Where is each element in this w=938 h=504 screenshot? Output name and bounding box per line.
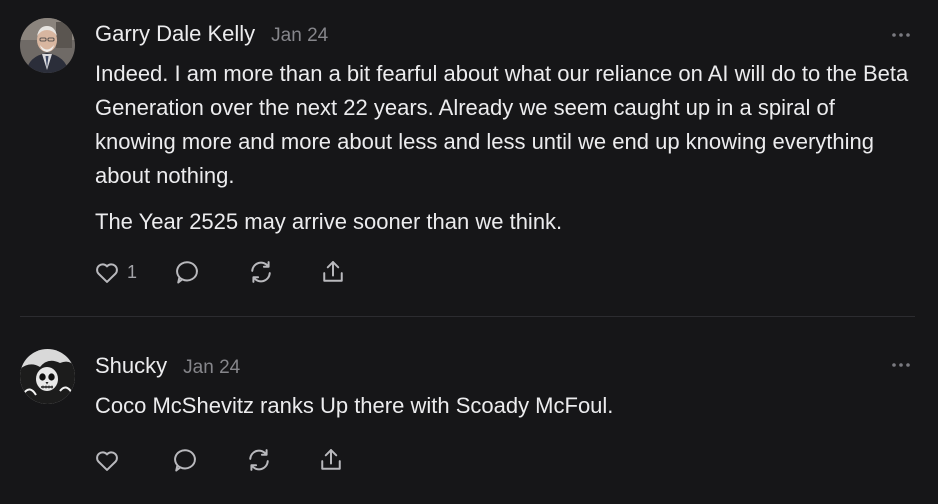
restack-button[interactable]	[247, 258, 275, 286]
comment-header: Shucky Jan 24	[95, 353, 240, 379]
restack-button[interactable]	[245, 446, 273, 474]
share-button[interactable]	[317, 446, 345, 474]
comment-body: Coco McShevitz ranks Up there with Scoad…	[95, 389, 915, 423]
comment-actions: 1	[93, 257, 347, 287]
heart-icon	[93, 446, 121, 474]
more-options-icon[interactable]	[889, 29, 913, 41]
reply-button[interactable]	[171, 446, 199, 474]
comment-icon	[173, 258, 201, 286]
comment-header: Garry Dale Kelly Jan 24	[95, 21, 328, 47]
share-button[interactable]	[319, 258, 347, 286]
avatar-image	[20, 18, 75, 73]
avatar-image	[20, 349, 75, 404]
reply-button[interactable]	[173, 258, 201, 286]
author-name[interactable]: Shucky	[95, 353, 167, 379]
heart-icon	[93, 258, 121, 286]
comment-date[interactable]: Jan 24	[183, 357, 240, 379]
comment-body: Indeed. I am more than a bit fearful abo…	[95, 57, 915, 239]
comment-icon	[171, 446, 199, 474]
share-icon	[319, 258, 347, 286]
comment-actions	[93, 445, 345, 475]
share-icon	[317, 446, 345, 474]
comment-item: Garry Dale Kelly Jan 24 Indeed. I am mor…	[0, 0, 938, 316]
restack-icon	[245, 446, 273, 474]
like-button[interactable]: 1	[93, 258, 137, 286]
author-name[interactable]: Garry Dale Kelly	[95, 21, 255, 47]
comment-paragraph: Coco McShevitz ranks Up there with Scoad…	[95, 393, 614, 418]
avatar[interactable]	[20, 349, 75, 404]
comment-date[interactable]: Jan 24	[271, 25, 328, 47]
comment-paragraph: The Year 2525 may arrive sooner than we …	[95, 209, 563, 234]
comment-paragraph: Indeed. I am more than a bit fearful abo…	[95, 61, 909, 188]
like-count: 1	[127, 261, 138, 282]
more-options-icon[interactable]	[889, 359, 913, 371]
comment-item: Shucky Jan 24 Coco McShevitz ranks Up th…	[0, 317, 938, 504]
like-button[interactable]	[93, 446, 127, 474]
restack-icon	[247, 258, 275, 286]
avatar[interactable]	[20, 18, 75, 73]
